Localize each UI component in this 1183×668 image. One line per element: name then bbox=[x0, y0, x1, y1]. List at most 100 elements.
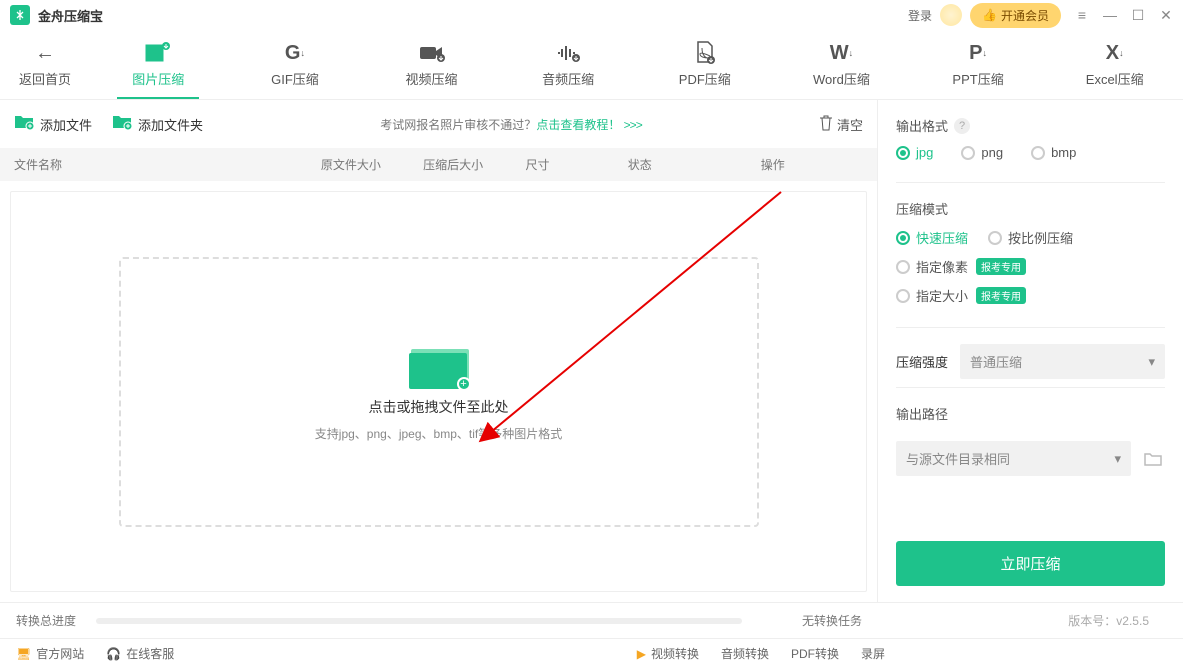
radio-label: jpg bbox=[916, 145, 933, 160]
compress-button[interactable]: 立即压缩 bbox=[896, 541, 1165, 586]
tab-label: PDF压缩 bbox=[679, 69, 731, 88]
compress-mode-label: 压缩模式 bbox=[896, 199, 948, 218]
tab-ppt[interactable]: P↓ PPT压缩 bbox=[910, 30, 1047, 99]
tab-label: GIF压缩 bbox=[271, 69, 319, 88]
exam-badge: 报考专用 bbox=[976, 258, 1026, 275]
drop-title: 点击或拖拽文件至此处 bbox=[369, 397, 509, 417]
col-compressed-size: 压缩后大小 bbox=[423, 156, 525, 173]
promo-link[interactable]: 点击查看教程！ bbox=[536, 118, 620, 132]
tab-label: 音频压缩 bbox=[542, 69, 594, 88]
strength-select[interactable]: 普通压缩 ▾ bbox=[960, 344, 1165, 379]
minimize-icon[interactable]: — bbox=[1103, 7, 1117, 23]
col-filename: 文件名称 bbox=[14, 156, 321, 173]
progress-status: 无转换任务 bbox=[742, 612, 862, 629]
col-status: 状态 bbox=[628, 156, 761, 173]
avatar[interactable] bbox=[940, 4, 962, 26]
drop-subtitle: 支持jpg、png、jpeg、bmp、tif等多种图片格式 bbox=[315, 425, 562, 442]
add-file-button[interactable]: 添加文件 bbox=[14, 114, 92, 135]
pdf-convert-link[interactable]: PDF转换 bbox=[791, 645, 839, 662]
app-title: 金舟压缩宝 bbox=[38, 6, 103, 25]
col-original-size: 原文件大小 bbox=[321, 156, 423, 173]
back-tab[interactable]: ← 返回首页 bbox=[0, 30, 90, 99]
chevron-down-icon: ▾ bbox=[1114, 451, 1121, 467]
video-convert-icon: ▶ bbox=[637, 647, 646, 661]
login-link[interactable]: 登录 bbox=[908, 7, 932, 24]
help-icon[interactable]: ? bbox=[954, 118, 970, 134]
excel-icon: X↓ bbox=[1106, 41, 1124, 65]
back-arrow-icon: ← bbox=[35, 41, 55, 65]
folder-drop-icon: + bbox=[409, 341, 469, 389]
output-path-select[interactable]: 与源文件目录相同 ▾ bbox=[896, 441, 1131, 476]
tab-pdf[interactable]: PDF压缩 bbox=[637, 30, 774, 99]
add-folder-label: 添加文件夹 bbox=[138, 115, 203, 134]
radio-label: 指定像素 bbox=[916, 257, 968, 276]
audio-icon bbox=[556, 41, 580, 65]
radio-label: 按比例压缩 bbox=[1008, 228, 1073, 247]
image-icon bbox=[145, 41, 171, 65]
ppt-icon: P↓ bbox=[969, 41, 987, 65]
link-label: 在线客服 bbox=[126, 645, 174, 662]
video-icon bbox=[419, 41, 445, 65]
app-logo-icon bbox=[10, 5, 30, 25]
output-format-label: 输出格式 bbox=[896, 116, 948, 135]
radio-mode-size[interactable]: 指定大小报考专用 bbox=[896, 286, 1026, 305]
pdf-icon bbox=[695, 41, 715, 65]
radio-png[interactable]: png bbox=[961, 145, 1003, 160]
link-label: 视频转换 bbox=[651, 645, 699, 662]
radio-bmp[interactable]: bmp bbox=[1031, 145, 1076, 160]
promo-prefix: 考试网报名照片审核不通过？ bbox=[380, 118, 536, 132]
gif-icon: G↓ bbox=[285, 41, 305, 65]
chevron-down-icon: ▾ bbox=[1148, 354, 1155, 370]
version-label: 版本号：v2.5.5 bbox=[862, 612, 1167, 629]
vip-button-label: 开通会员 bbox=[1001, 7, 1049, 24]
browse-folder-button[interactable] bbox=[1141, 447, 1165, 471]
promo-text: 考试网报名照片审核不通过？点击查看教程！ >>> bbox=[223, 116, 799, 133]
link-label: 录屏 bbox=[861, 645, 885, 662]
radio-label: 快速压缩 bbox=[916, 228, 968, 247]
support-link[interactable]: 🎧 在线客服 bbox=[106, 645, 174, 662]
tab-image[interactable]: 图片压缩 bbox=[90, 30, 227, 99]
strength-value: 普通压缩 bbox=[970, 352, 1022, 371]
add-folder-button[interactable]: 添加文件夹 bbox=[112, 114, 203, 135]
official-site-link[interactable]: 🖥官方网站 bbox=[16, 645, 84, 662]
video-convert-link[interactable]: ▶ 视频转换 bbox=[637, 645, 699, 662]
tab-gif[interactable]: G↓ GIF压缩 bbox=[227, 30, 364, 99]
tab-label: PPT压缩 bbox=[952, 69, 1003, 88]
word-icon: W↓ bbox=[830, 41, 853, 65]
radio-mode-fast[interactable]: 快速压缩 bbox=[896, 228, 968, 247]
link-label: 官方网站 bbox=[36, 645, 84, 662]
maximize-icon[interactable]: ☐ bbox=[1131, 7, 1145, 24]
tab-excel[interactable]: X↓ Excel压缩 bbox=[1046, 30, 1183, 99]
radio-jpg[interactable]: jpg bbox=[896, 145, 933, 160]
exam-badge: 报考专用 bbox=[976, 287, 1026, 304]
strength-label: 压缩强度 bbox=[896, 352, 948, 371]
output-format-title: 输出格式 ? bbox=[896, 116, 1165, 135]
drop-zone[interactable]: + 点击或拖拽文件至此处 支持jpg、png、jpeg、bmp、tif等多种图片… bbox=[119, 257, 759, 527]
tab-video[interactable]: 视频压缩 bbox=[363, 30, 500, 99]
output-path-label: 输出路径 bbox=[896, 404, 948, 423]
headset-icon: 🎧 bbox=[106, 647, 121, 661]
link-label: 音频转换 bbox=[721, 645, 769, 662]
tab-audio[interactable]: 音频压缩 bbox=[500, 30, 637, 99]
vip-button[interactable]: 👍 开通会员 bbox=[970, 3, 1061, 28]
tab-label: 返回首页 bbox=[19, 69, 71, 88]
clear-label: 清空 bbox=[837, 115, 863, 134]
col-dimensions: 尺寸 bbox=[525, 156, 627, 173]
tab-word[interactable]: W↓ Word压缩 bbox=[773, 30, 910, 99]
radio-mode-ratio[interactable]: 按比例压缩 bbox=[988, 228, 1073, 247]
thumbs-up-icon: 👍 bbox=[982, 8, 997, 22]
trash-icon bbox=[819, 115, 833, 134]
audio-convert-link[interactable]: 音频转换 bbox=[721, 645, 769, 662]
radio-mode-pixel[interactable]: 指定像素报考专用 bbox=[896, 257, 1026, 276]
screen-record-link[interactable]: 录屏 bbox=[861, 645, 885, 662]
link-label: PDF转换 bbox=[791, 645, 839, 662]
folder-add-icon bbox=[112, 114, 132, 135]
progress-bar bbox=[96, 618, 742, 624]
clear-button[interactable]: 清空 bbox=[819, 115, 863, 134]
folder-add-icon bbox=[14, 114, 34, 135]
add-file-label: 添加文件 bbox=[40, 115, 92, 134]
promo-arrows-icon: >>> bbox=[624, 118, 642, 132]
close-icon[interactable]: ✕ bbox=[1159, 7, 1173, 24]
menu-icon[interactable]: ≡ bbox=[1075, 7, 1089, 23]
output-path-value: 与源文件目录相同 bbox=[906, 449, 1010, 468]
